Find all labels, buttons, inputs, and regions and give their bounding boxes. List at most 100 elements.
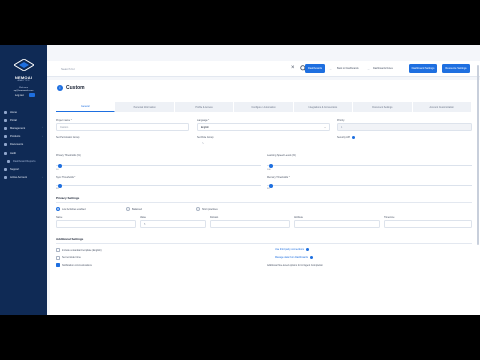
checkbox-label: Include a standard template (English) <box>62 248 102 252</box>
chevron-down-icon: ⌄ <box>323 125 326 129</box>
sidebar-item[interactable]: Home <box>0 108 47 116</box>
language-flag-icon[interactable] <box>29 93 35 97</box>
memory-threshold-label: Memory Thresholds * <box>267 176 290 179</box>
chevron-right-icon: › <box>42 176 43 179</box>
slider-handle[interactable] <box>269 183 274 188</box>
security-api-label: Security API <box>337 136 356 139</box>
cursor-indicator: ↖ <box>202 142 205 145</box>
language-select[interactable]: English ⌄ <box>197 123 330 131</box>
arrow-right-icon: → <box>329 66 332 71</box>
privacy-field-label: Timezone <box>384 216 395 219</box>
radio-label: Balanced <box>132 207 142 211</box>
tab[interactable]: Personal Information <box>115 102 175 112</box>
slider-value: 50 <box>267 188 270 190</box>
close-icon[interactable]: × <box>291 65 295 71</box>
sidebar-item[interactable]: Active Account › <box>0 174 47 182</box>
scrollbar[interactable] <box>477 65 479 245</box>
project-name-input[interactable]: Custom <box>56 123 189 131</box>
radio-balanced[interactable] <box>126 207 130 211</box>
chevron-right-icon: › <box>42 135 43 138</box>
slider-value: 50 <box>56 188 59 190</box>
chevron-right-icon: › <box>42 127 43 130</box>
tab[interactable]: Profile & Access <box>174 102 235 112</box>
resource-settings-button[interactable]: Resource Settings <box>442 64 470 73</box>
learning-speed-label: Learning Speed Levels (%) <box>267 154 296 157</box>
privacy-field-input[interactable] <box>210 220 290 228</box>
sidebar-item-label: Audit <box>10 151 16 155</box>
divider <box>56 243 472 244</box>
privacy-field-input[interactable]: 5 <box>140 220 206 228</box>
report-icon <box>7 159 10 163</box>
privacy-threshold-slider[interactable] <box>56 163 261 168</box>
dashboard-settings-button[interactable]: Dashboard Settings <box>409 64 437 73</box>
sidebar-item[interactable]: Portal <box>0 116 47 124</box>
tab[interactable]: Integrations & Connections <box>293 102 354 112</box>
project-name-label: Project name * <box>56 119 72 122</box>
sidebar-item[interactable]: Products › <box>0 133 47 141</box>
info-icon <box>305 248 309 251</box>
privacy-field-label: Value <box>140 216 146 219</box>
slider-value: 100 <box>267 169 271 171</box>
learning-speed-slider[interactable] <box>267 163 472 168</box>
slider-handle[interactable] <box>58 183 63 188</box>
help-icon <box>4 167 7 171</box>
slider-value: 10 <box>56 169 59 171</box>
sidebar-item[interactable]: Dashboard Reports <box>0 157 47 165</box>
checkbox-label: Set reminder time <box>62 256 81 259</box>
home-icon <box>4 110 7 114</box>
sidebar-item-label: Active Account <box>10 176 28 180</box>
slider-handle[interactable] <box>58 163 63 168</box>
manage-data-link[interactable]: Manage data from Dashboards <box>275 256 313 259</box>
app-window: NEMOAI ANALYTICS Welcome ap@framework.co… <box>0 45 480 315</box>
third-party-link[interactable]: Use third party connections <box>275 248 309 251</box>
sidebar-item[interactable]: Support <box>0 165 47 173</box>
radio-low-activities[interactable] <box>56 207 60 211</box>
sidebar-item[interactable]: Audit <box>0 149 47 157</box>
role-group-label: Set Role Group <box>197 136 214 139</box>
privacy-field-input[interactable] <box>294 220 380 228</box>
privacy-field-label: Attribute <box>294 216 303 219</box>
checkbox[interactable] <box>56 248 60 252</box>
sidebar-item-label: Home <box>10 110 17 114</box>
dashboards-button[interactable]: Dashboards <box>305 64 325 73</box>
checkbox[interactable] <box>56 263 60 267</box>
priority-label: Priority <box>337 119 345 122</box>
grid-icon <box>4 118 7 122</box>
fine-tuned-options-label: Additional fine-tuned options for AI Age… <box>267 263 323 267</box>
logout-link[interactable]: Log out <box>15 94 24 97</box>
checkbox-label: Notification communications <box>62 263 92 267</box>
sidebar-item-label: Portal <box>10 118 17 122</box>
info-icon: i <box>57 85 63 91</box>
notes-link[interactable]: Dashboards Notes <box>373 67 393 70</box>
page-title: Custom <box>66 85 85 91</box>
privacy-field-label: Domain <box>210 216 219 219</box>
sidebar-item-label: Products <box>10 135 21 139</box>
tab[interactable]: Document Settings <box>353 102 413 112</box>
back-link[interactable]: Back to Dashboards <box>337 67 359 70</box>
tab-bar: General Personal Information Profile & Acc… <box>56 102 472 112</box>
tab[interactable]: Configure / Automation <box>234 102 294 112</box>
sidebar: NEMOAI ANALYTICS Welcome ap@framework.co… <box>0 45 47 315</box>
radio-label: Strict practices <box>202 207 218 211</box>
checkbox[interactable] <box>56 255 60 260</box>
user-email: ap@framework.com <box>13 90 34 92</box>
sidebar-nav: Home Portal Management › Products › Documents A… <box>0 108 47 182</box>
sidebar-item[interactable]: Documents <box>0 141 47 149</box>
tab[interactable]: Account Customization <box>412 102 472 112</box>
privacy-field-input[interactable] <box>56 220 136 228</box>
sync-threshold-slider[interactable] <box>56 183 261 188</box>
radio-strict[interactable] <box>196 207 200 211</box>
divider <box>56 202 472 203</box>
logo-icon <box>14 59 34 71</box>
tab[interactable]: General <box>56 102 116 112</box>
language-value: English <box>201 125 209 129</box>
privacy-field-input[interactable] <box>384 220 472 228</box>
memory-threshold-slider[interactable] <box>267 183 472 188</box>
slider-handle[interactable] <box>269 163 274 168</box>
sidebar-item[interactable]: Management › <box>0 124 47 132</box>
search-input[interactable]: Search for <box>61 67 75 71</box>
permission-group-label: Set Permission Group <box>56 136 80 139</box>
priority-input[interactable]: 1 <box>337 123 472 131</box>
info-icon <box>352 136 356 139</box>
privacy-settings-heading: Privacy Settings <box>56 196 80 200</box>
